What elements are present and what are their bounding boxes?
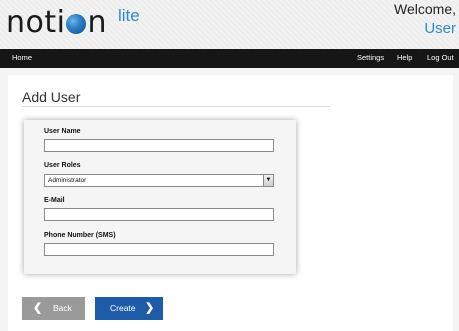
add-user-form: User Name User Roles Administrator ▼ E-M… [24, 120, 296, 274]
current-username[interactable]: User [424, 20, 456, 37]
phone-label: Phone Number (SMS) [44, 232, 116, 239]
logo-orb-icon [66, 14, 87, 34]
user-name-input[interactable] [44, 139, 274, 152]
back-button-label: Back [53, 303, 72, 313]
phone-input[interactable] [44, 243, 274, 256]
back-button[interactable]: ❮ Back [22, 297, 85, 320]
email-input[interactable] [44, 208, 274, 221]
logo-text-end: n [87, 5, 107, 40]
create-button-label: Create [110, 303, 136, 313]
email-label: E-Mail [44, 197, 65, 204]
user-roles-selected: Administrator [48, 177, 87, 184]
nav-logout[interactable]: Log Out [427, 53, 454, 62]
user-roles-select[interactable]: Administrator ▼ [44, 174, 274, 187]
chevron-left-icon: ❮ [33, 302, 43, 314]
user-roles-label: User Roles [44, 162, 81, 169]
nav-settings[interactable]: Settings [357, 53, 384, 62]
dropdown-arrow-icon[interactable]: ▼ [263, 175, 273, 186]
chevron-right-icon: ❯ [145, 302, 155, 314]
main-content: Add User User Name User Roles Administra… [8, 75, 453, 331]
create-button[interactable]: Create ❯ [95, 297, 163, 320]
notion-logo[interactable]: noti n [6, 3, 107, 43]
nav-help[interactable]: Help [397, 53, 412, 62]
logo-text-start: noti [6, 5, 66, 40]
page-title: Add User [22, 89, 81, 105]
title-divider [22, 106, 330, 107]
welcome-text: Welcome, [394, 1, 456, 17]
logo-suffix: lite [118, 6, 140, 25]
app-header: noti n lite Welcome, User [0, 0, 459, 49]
nav-home[interactable]: Home [12, 53, 32, 62]
top-navbar: Home Settings Help Log Out [0, 49, 459, 68]
user-name-label: User Name [44, 128, 81, 135]
